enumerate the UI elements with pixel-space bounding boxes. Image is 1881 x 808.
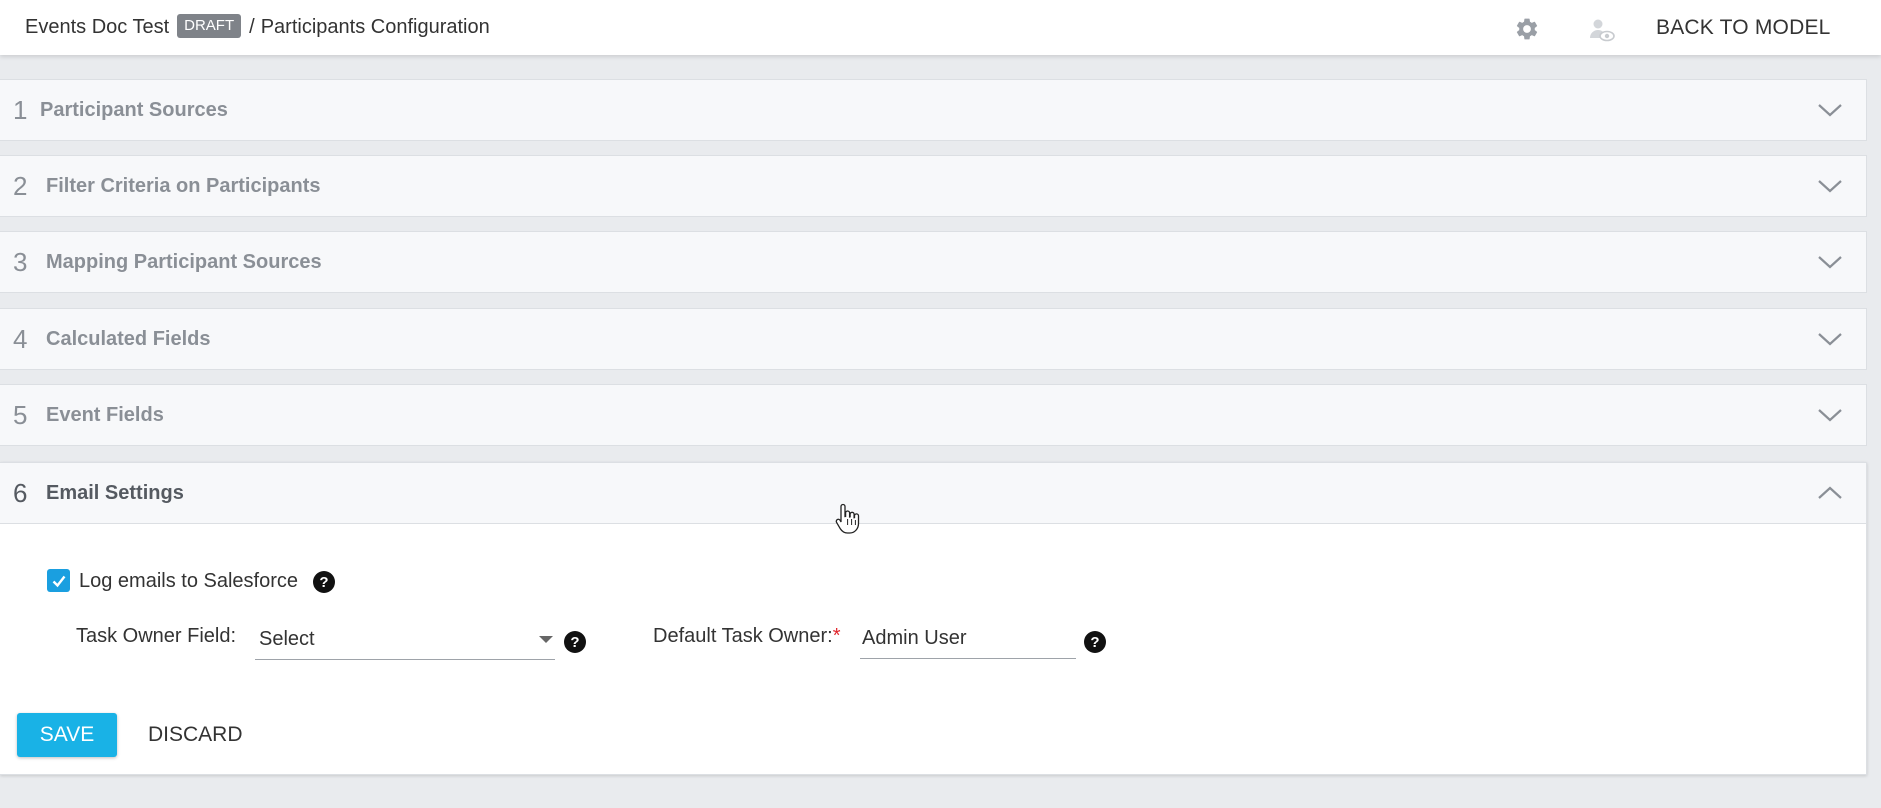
default-task-owner-label-text: Default Task Owner: [653,625,833,647]
section-title: Email Settings [46,481,184,504]
chevron-down-icon[interactable] [1816,403,1844,427]
section-title: Calculated Fields [46,327,211,350]
section-title: Mapping Participant Sources [46,250,322,273]
section-participant-sources: 1 Participant Sources [0,79,1867,141]
discard-button[interactable]: DISCARD [148,713,243,757]
breadcrumb-separator: / [249,16,255,38]
help-icon[interactable]: ? [313,571,335,593]
section-header[interactable]: 4 Calculated Fields [0,309,1866,369]
back-to-model-button[interactable]: BACK TO MODEL [1656,0,1831,55]
section-filter-criteria: 2 Filter Criteria on Participants [0,155,1867,217]
chevron-down-icon[interactable] [1816,98,1844,122]
required-marker: * [832,625,841,647]
chevron-down-icon[interactable] [1816,250,1844,274]
check-icon [52,575,65,587]
section-calculated-fields: 4 Calculated Fields [0,308,1867,370]
section-header[interactable]: 1 Participant Sources [0,80,1866,140]
log-emails-label[interactable]: Log emails to Salesforce [79,569,298,593]
section-title: Filter Criteria on Participants [46,174,321,197]
section-number: 4 [13,323,28,354]
task-owner-field-select[interactable]: Select [255,619,555,660]
section-header[interactable]: 2 Filter Criteria on Participants [0,156,1866,216]
default-task-owner-input[interactable] [860,619,1076,659]
select-value: Select [259,628,315,650]
help-icon[interactable]: ? [564,631,586,653]
section-header[interactable]: 5 Event Fields [0,385,1866,445]
save-button[interactable]: SAVE [17,713,117,757]
draft-badge: DRAFT [177,13,242,38]
default-task-owner-label: Default Task Owner:* [653,624,841,648]
section-event-fields: 5 Event Fields [0,384,1867,446]
section-mapping-participant-sources: 3 Mapping Participant Sources [0,231,1867,293]
section-title: Event Fields [46,403,164,426]
section-title: Participant Sources [40,98,228,121]
help-icon[interactable]: ? [1084,631,1106,653]
section-header[interactable]: 3 Mapping Participant Sources [0,232,1866,292]
section-number: 1 [13,94,28,125]
section-email-settings: 6 Email Settings Log emails to Salesforc… [0,462,1867,775]
chevron-up-icon[interactable] [1816,481,1844,505]
preview-user-icon[interactable] [1587,16,1615,44]
page-title: Participants Configuration [260,16,490,38]
chevron-down-icon[interactable] [1816,327,1844,351]
hand-cursor-icon [835,503,860,534]
doc-title[interactable]: Events Doc Test [25,16,169,39]
gear-icon[interactable] [1514,16,1540,42]
caret-down-icon [539,636,553,643]
section-number: 6 [13,477,28,508]
section-number: 3 [13,246,28,277]
top-bar: Events Doc Test DRAFT / Participants Con… [0,0,1881,55]
chevron-down-icon[interactable] [1816,174,1844,198]
section-number: 2 [13,170,28,201]
task-owner-field-label: Task Owner Field: [76,625,237,647]
log-emails-checkbox[interactable] [47,569,70,592]
section-header[interactable]: 6 Email Settings [0,463,1866,524]
section-number: 5 [13,399,28,430]
breadcrumb: Events Doc Test DRAFT / Participants Con… [25,0,490,55]
email-settings-body: Log emails to Salesforce ? Task Owner Fi… [0,524,1866,774]
